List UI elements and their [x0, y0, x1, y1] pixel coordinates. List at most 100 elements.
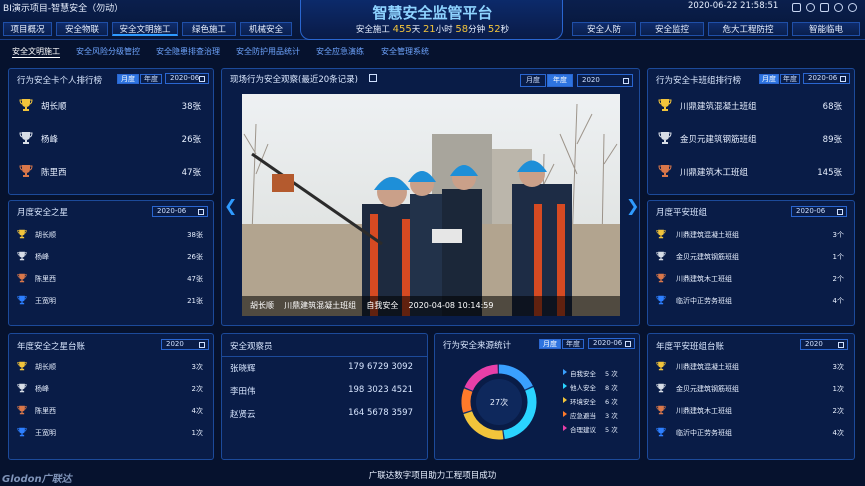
item-name: 川鼎建筑混凝土班组 [676, 363, 739, 371]
calendar-icon [840, 76, 846, 82]
list-item: 陈里西 47张 [9, 161, 213, 194]
safe-seconds: 52 [487, 24, 501, 35]
team-rank-title: 行为安全卡班组排行榜 [656, 76, 742, 86]
yearly-team-title: 年度平安班组台账 [656, 342, 725, 352]
monthly-star-date-picker[interactable]: 2020-06 [152, 206, 208, 217]
yearly-star-date-picker[interactable]: 2020 [161, 339, 209, 350]
list-item: 金贝元建筑钢筋班组 1次 [648, 380, 854, 402]
team-rank-year-toggle[interactable]: 年度 [780, 74, 800, 84]
legend-marker-icon [563, 411, 567, 417]
user-icon[interactable] [806, 3, 815, 12]
list-item: 临沂中正劳务班组 4次 [648, 424, 854, 446]
subtab-safety-system[interactable]: 安全管理系统 [381, 46, 429, 57]
team-rank-month-toggle[interactable]: 月度 [759, 74, 779, 84]
observation-date-picker[interactable]: 2020 [577, 74, 633, 87]
legend-item: 环境安全 6 次 [563, 396, 637, 408]
window-title: BI演示项目-智慧安全（勿动） [3, 4, 124, 14]
external-link-icon[interactable] [369, 74, 377, 82]
nav-safety-monitoring[interactable]: 安全监控 [640, 22, 704, 36]
calendar-icon [623, 78, 629, 84]
item-value: 2次 [832, 407, 844, 415]
subtab-civilized[interactable]: 安全文明施工 [12, 46, 60, 58]
item-name: 杨峰 [35, 385, 49, 393]
subtab-hazard-check[interactable]: 安全隐患排查治理 [156, 46, 220, 57]
item-name: 王宽明 [35, 297, 56, 305]
nav-smart-power[interactable]: 智能临电 [792, 22, 860, 36]
legend-value: 8 次 [605, 384, 618, 392]
days-unit: 天 [411, 25, 421, 35]
safe-prefix: 安全施工 [355, 25, 390, 35]
subtab-risk-control[interactable]: 安全风险分级管控 [76, 46, 140, 57]
nav-green-construction[interactable]: 绿色施工 [182, 22, 236, 36]
personal-rank-year-toggle[interactable]: 年度 [140, 74, 162, 84]
item-name: 川鼎建筑混凝土班组 [676, 231, 739, 239]
item-name: 川鼎建筑木工班组 [676, 407, 732, 415]
list-item: 川鼎建筑混凝土班组 3个 [648, 226, 854, 248]
trophy-icon [17, 251, 27, 263]
nav-civilized-construction[interactable]: 安全文明施工 [112, 22, 178, 36]
yearly-team-date: 2020 [805, 340, 823, 348]
monthly-team-panel: 月度平安班组 2020-06 川鼎建筑混凝土班组 3个 金贝元建筑钢筋班组 1个 川鼎建… [647, 200, 855, 326]
observer-phone: 164 5678 3597 [348, 408, 413, 418]
item-name: 胡长顺 [35, 231, 56, 239]
legend-label: 他人安全 [570, 384, 596, 392]
item-value: 1个 [832, 253, 844, 261]
yearly-team-date-picker[interactable]: 2020 [800, 339, 848, 350]
list-item: 胡长顺 38张 [9, 226, 213, 248]
trophy-icon [656, 361, 666, 373]
item-name: 胡长顺 [41, 102, 67, 112]
trophy-icon [19, 164, 33, 181]
nav-safety-personnel[interactable]: 安全人防 [572, 22, 636, 36]
source-stats-month-toggle[interactable]: 月度 [539, 339, 561, 349]
source-stats-year-toggle[interactable]: 年度 [562, 339, 584, 349]
trophy-icon [17, 229, 27, 241]
header-center: 智慧安全监管平台 安全施工 455天 21小时 58分钟 52秒 [300, 0, 563, 40]
subtab-ppe-stats[interactable]: 安全防护用品统计 [236, 46, 300, 57]
help-icon[interactable] [834, 3, 843, 12]
screen-icon[interactable] [792, 3, 801, 12]
legend-item: 合理建议 5 次 [563, 424, 637, 436]
observer-row: 李田伟 198 3023 4521 [222, 383, 427, 403]
power-icon[interactable] [848, 3, 857, 12]
observer-name: 张晓辉 [230, 364, 256, 374]
item-value: 26张 [181, 135, 201, 145]
item-value: 4次 [832, 429, 844, 437]
subtab-emergency-drill[interactable]: 安全应急演练 [316, 46, 364, 57]
personal-rank-date-picker[interactable]: 2020-06 [165, 73, 209, 84]
item-value: 1次 [191, 429, 203, 437]
trophy-icon [658, 164, 672, 181]
list-item: 金贝元建筑钢筋班组 89张 [648, 128, 854, 161]
nav-hazard-control[interactable]: 危大工程防控 [708, 22, 788, 36]
item-value: 68张 [822, 102, 842, 112]
item-value: 38张 [181, 102, 201, 112]
nav-machinery-safety[interactable]: 机械安全 [240, 22, 292, 36]
item-value: 4次 [191, 407, 203, 415]
calendar-icon [199, 76, 205, 82]
trophy-icon [17, 295, 27, 307]
yearly-star-title: 年度安全之星台账 [17, 342, 86, 352]
settings-icon[interactable] [820, 3, 829, 12]
prev-arrow-icon[interactable]: ❮ [224, 196, 237, 215]
trophy-icon [656, 251, 666, 263]
legend-item: 应急避当 3 次 [563, 410, 637, 422]
team-rank-date-picker[interactable]: 2020-06 [803, 73, 850, 84]
observation-year-toggle[interactable]: 年度 [547, 74, 573, 87]
footer-text: 广联达数字项目助力工程项目成功 [368, 471, 497, 481]
nav-safety-iot[interactable]: 安全物联 [56, 22, 108, 36]
trophy-icon [658, 98, 672, 115]
source-stats-date-picker[interactable]: 2020-06 [588, 338, 635, 349]
item-value: 26张 [187, 253, 203, 261]
personal-rank-month-toggle[interactable]: 月度 [117, 74, 139, 84]
observation-month-toggle[interactable]: 月度 [520, 74, 546, 87]
donut-center-label: 27次 [489, 398, 509, 407]
safe-hours: 21 [422, 24, 436, 35]
list-item: 临沂中正劳务班组 4个 [648, 292, 854, 314]
item-name: 临沂中正劳务班组 [676, 429, 732, 437]
next-arrow-icon[interactable]: ❯ [626, 196, 639, 215]
hours-unit: 小时 [435, 25, 453, 35]
legend-label: 自我安全 [570, 370, 596, 378]
trophy-icon [17, 273, 27, 285]
legend-label: 应急避当 [570, 412, 596, 420]
nav-project-overview[interactable]: 项目概况 [3, 22, 52, 36]
monthly-team-date-picker[interactable]: 2020-06 [791, 206, 847, 217]
